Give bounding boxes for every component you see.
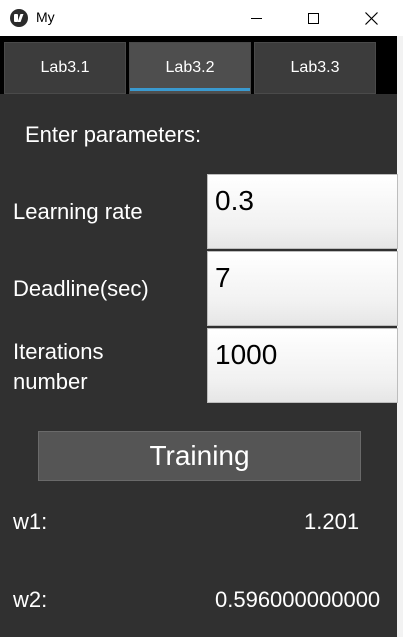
- minimize-button[interactable]: [227, 0, 285, 36]
- tab-lab3-3[interactable]: Lab3.3: [254, 42, 376, 94]
- training-button[interactable]: Training: [38, 431, 361, 481]
- deadline-input[interactable]: 7: [207, 251, 398, 326]
- learning-rate-label: Learning rate: [13, 199, 143, 224]
- w1-value: 1.201: [304, 509, 360, 534]
- maximize-button[interactable]: [284, 0, 342, 36]
- close-button[interactable]: [342, 0, 400, 36]
- kivy-logo-icon: [10, 9, 28, 27]
- tab-lab3-1[interactable]: Lab3.1: [4, 42, 126, 94]
- tab-lab3-2[interactable]: Lab3.2: [129, 42, 251, 94]
- minimize-icon: [250, 17, 262, 19]
- close-icon: [364, 11, 378, 25]
- deadline-label: Deadline(sec): [13, 276, 149, 301]
- iterations-label-line1: Iterations: [13, 339, 104, 364]
- window-title: My: [36, 9, 55, 25]
- iterations-label-line2: number: [13, 369, 88, 394]
- maximize-icon: [307, 12, 319, 24]
- tab-bar: Lab3.1 Lab3.2 Lab3.3: [0, 36, 397, 94]
- iterations-input[interactable]: 1000: [207, 328, 398, 403]
- parameters-panel: Enter parameters: Learning rate 0.3 Dead…: [0, 94, 398, 637]
- w2-value: 0.596000000000: [215, 587, 381, 612]
- w1-label: w1:: [13, 509, 48, 534]
- title-bar: My: [0, 0, 403, 36]
- w2-label: w2:: [13, 587, 48, 612]
- form-heading: Enter parameters:: [25, 122, 202, 147]
- learning-rate-input[interactable]: 0.3: [207, 174, 398, 249]
